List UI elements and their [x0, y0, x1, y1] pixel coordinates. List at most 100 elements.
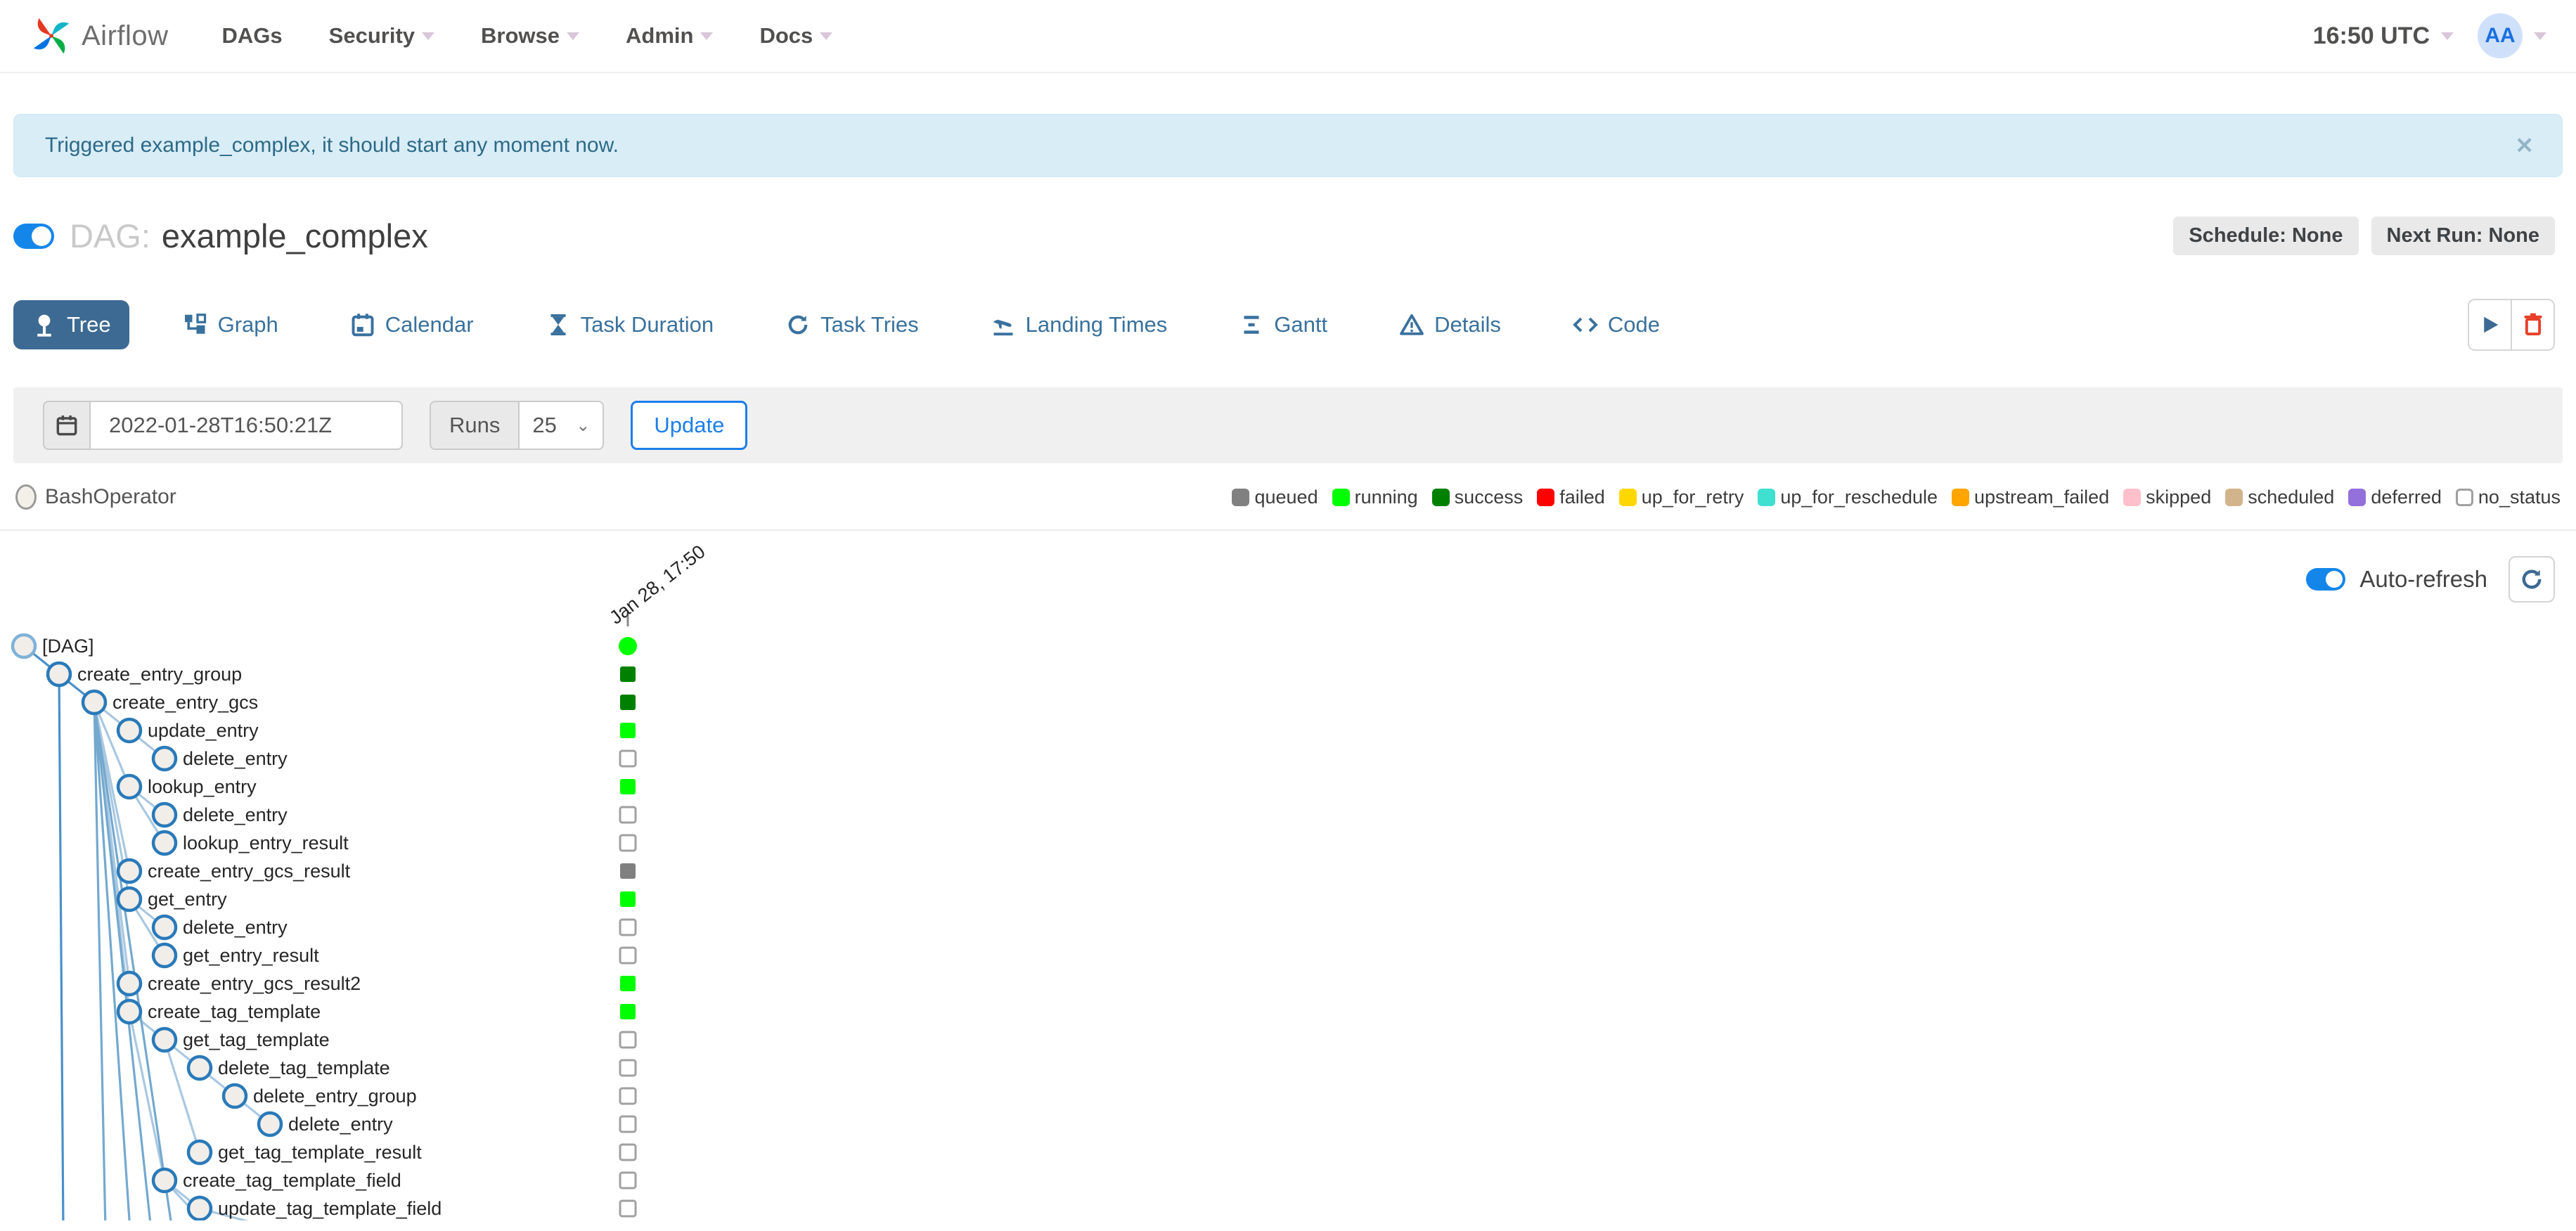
tab-tree[interactable]: Tree [13, 300, 129, 349]
task-status-square[interactable] [619, 918, 637, 936]
status-label: running [1354, 486, 1418, 508]
task-status-square[interactable] [620, 891, 636, 907]
tab-landing-times[interactable]: Landing Times [972, 300, 1186, 349]
num-runs-select[interactable]: 25 ⌄ [518, 401, 605, 450]
dag-pause-toggle[interactable] [13, 223, 54, 249]
update-button[interactable]: Update [631, 401, 748, 450]
task-status-square[interactable] [619, 1059, 637, 1077]
tree-node[interactable] [151, 801, 178, 828]
tabs-row: Tree Graph Calendar Task Duration Task Tries… [13, 299, 2555, 351]
tree-node[interactable] [221, 1083, 248, 1109]
operator-legend: BashOperator [15, 484, 176, 510]
chevron-down-icon [567, 32, 579, 40]
task-status-square[interactable] [619, 1115, 637, 1133]
task-status-square[interactable] [620, 666, 636, 682]
tree-node[interactable] [46, 661, 72, 688]
refresh-button[interactable] [2509, 556, 2555, 602]
tree-node[interactable] [186, 1195, 213, 1220]
nav-item-docs[interactable]: Docs [759, 23, 833, 49]
airflow-brand[interactable]: Airflow [30, 14, 169, 58]
tree-node[interactable] [151, 1026, 178, 1053]
task-status-square[interactable] [619, 1087, 637, 1105]
refresh-icon [2522, 569, 2542, 589]
status-swatch-icon [1758, 488, 1776, 506]
tree-node[interactable] [116, 773, 143, 800]
operator-label: BashOperator [45, 485, 176, 508]
run-date-label: Jan 28, 17:50 [605, 541, 709, 628]
delete-dag-button[interactable] [2511, 299, 2555, 351]
task-status-square[interactable] [619, 806, 637, 824]
task-status-square[interactable] [619, 1031, 637, 1049]
task-name-label: delete_entry [288, 1114, 393, 1135]
status-label: skipped [2146, 486, 2212, 508]
tree-node[interactable] [186, 1055, 213, 1081]
legend-item-upstream_failed: upstream_failed [1952, 486, 2109, 508]
schedule-badge[interactable]: Schedule: None [2173, 217, 2359, 255]
task-name-label: [DAG] [42, 636, 94, 657]
task-status-square[interactable] [620, 779, 636, 794]
task-status-square[interactable] [620, 723, 636, 738]
task-status-square[interactable] [620, 695, 636, 710]
task-status-square[interactable] [620, 863, 636, 879]
tab-gantt[interactable]: Gantt [1221, 300, 1346, 349]
tab-details[interactable]: Details [1381, 300, 1519, 349]
chevron-down-icon: ⌄ [576, 415, 591, 435]
runs-value: 25 [532, 413, 557, 437]
status-label: up_for_reschedule [1780, 486, 1938, 508]
dag-run-status-circle[interactable] [619, 637, 637, 655]
tab-task-tries[interactable]: Task Tries [767, 300, 937, 349]
nav-item-browse[interactable]: Browse [481, 23, 579, 49]
status-swatch-icon [1232, 488, 1250, 506]
tree-node[interactable] [116, 858, 143, 884]
tree-node[interactable] [116, 886, 143, 913]
nav-item-admin[interactable]: Admin [626, 23, 714, 49]
task-status-square[interactable] [619, 1199, 637, 1218]
task-status-square[interactable] [620, 976, 636, 991]
task-status-square[interactable] [620, 1004, 636, 1019]
tree-node[interactable] [116, 970, 143, 997]
auto-refresh-toggle[interactable] [2306, 568, 2346, 591]
task-name-label: create_entry_gcs [112, 692, 258, 713]
tree-node[interactable] [257, 1111, 283, 1137]
calendar-icon [352, 314, 374, 337]
status-swatch-icon [2225, 488, 2243, 506]
user-menu[interactable]: AA [2478, 13, 2546, 58]
legend-item-up_for_reschedule: up_for_reschedule [1758, 486, 1938, 508]
tree-node[interactable] [151, 942, 178, 969]
task-status-square[interactable] [619, 834, 637, 852]
trigger-dag-button[interactable] [2468, 299, 2511, 351]
autorefresh-controls: Auto-refresh [2306, 556, 2555, 602]
chevron-down-icon [2534, 32, 2546, 40]
tab-code[interactable]: Code [1554, 300, 1678, 349]
nav-item-dags[interactable]: DAGs [222, 23, 283, 49]
tree-node[interactable] [116, 998, 143, 1025]
tab-task-duration[interactable]: Task Duration [527, 300, 733, 349]
tree-node[interactable] [81, 689, 108, 716]
close-icon[interactable]: ✕ [2515, 132, 2534, 159]
tree-node[interactable] [151, 1167, 178, 1194]
task-status-square[interactable] [619, 749, 637, 768]
base-date-input[interactable] [89, 401, 403, 450]
status-label: failed [1559, 486, 1605, 508]
tree-node[interactable] [186, 1139, 213, 1166]
calendar-icon [56, 415, 77, 436]
tree-node[interactable] [151, 745, 178, 772]
task-name-label: get_tag_template [183, 1029, 330, 1050]
clock-menu[interactable]: 16:50 UTC [2313, 22, 2454, 50]
tab-calendar[interactable]: Calendar [332, 300, 492, 349]
navbar-right: 16:50 UTC AA [2313, 13, 2546, 58]
tree-node[interactable] [151, 914, 178, 941]
tree-node[interactable] [116, 717, 143, 744]
tab-graph[interactable]: Graph [165, 300, 297, 349]
task-status-square[interactable] [619, 1171, 637, 1190]
nav-item-security[interactable]: Security [329, 23, 435, 49]
status-swatch-icon [1431, 488, 1450, 506]
task-status-square[interactable] [619, 1143, 637, 1161]
nav-item-label: Docs [759, 23, 813, 48]
task-status-square[interactable] [619, 946, 637, 965]
tree-node[interactable] [11, 633, 37, 659]
clock-label: 16:50 UTC [2312, 22, 2430, 49]
tab-label: Graph [217, 312, 278, 337]
tree-node[interactable] [151, 830, 178, 856]
legend-item-skipped: skipped [2123, 486, 2211, 508]
